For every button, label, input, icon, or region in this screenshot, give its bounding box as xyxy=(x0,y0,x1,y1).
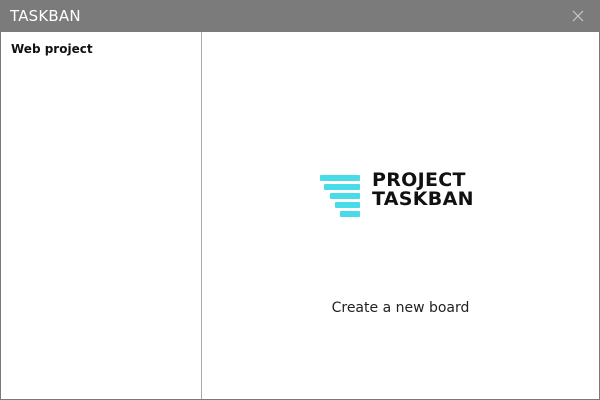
create-new-board-link[interactable]: Create a new board xyxy=(202,300,599,316)
logo-text: PROJECT TASKBAN xyxy=(372,171,474,209)
logo-line-2: TASKBAN xyxy=(372,188,474,210)
app-window: TASKBAN Web project PROJECT TASKBAN Crea… xyxy=(0,0,600,400)
main-panel: PROJECT TASKBAN Create a new board xyxy=(202,32,599,399)
title-bar[interactable]: TASKBAN xyxy=(1,1,599,32)
project-taskban-logo: PROJECT TASKBAN xyxy=(320,171,490,223)
close-button[interactable] xyxy=(567,5,589,27)
sidebar-item-web-project[interactable]: Web project xyxy=(11,42,93,56)
close-icon xyxy=(572,10,584,22)
window-title: TASKBAN xyxy=(10,7,81,25)
sidebar: Web project xyxy=(1,32,202,399)
logo-bars-icon xyxy=(320,175,362,221)
